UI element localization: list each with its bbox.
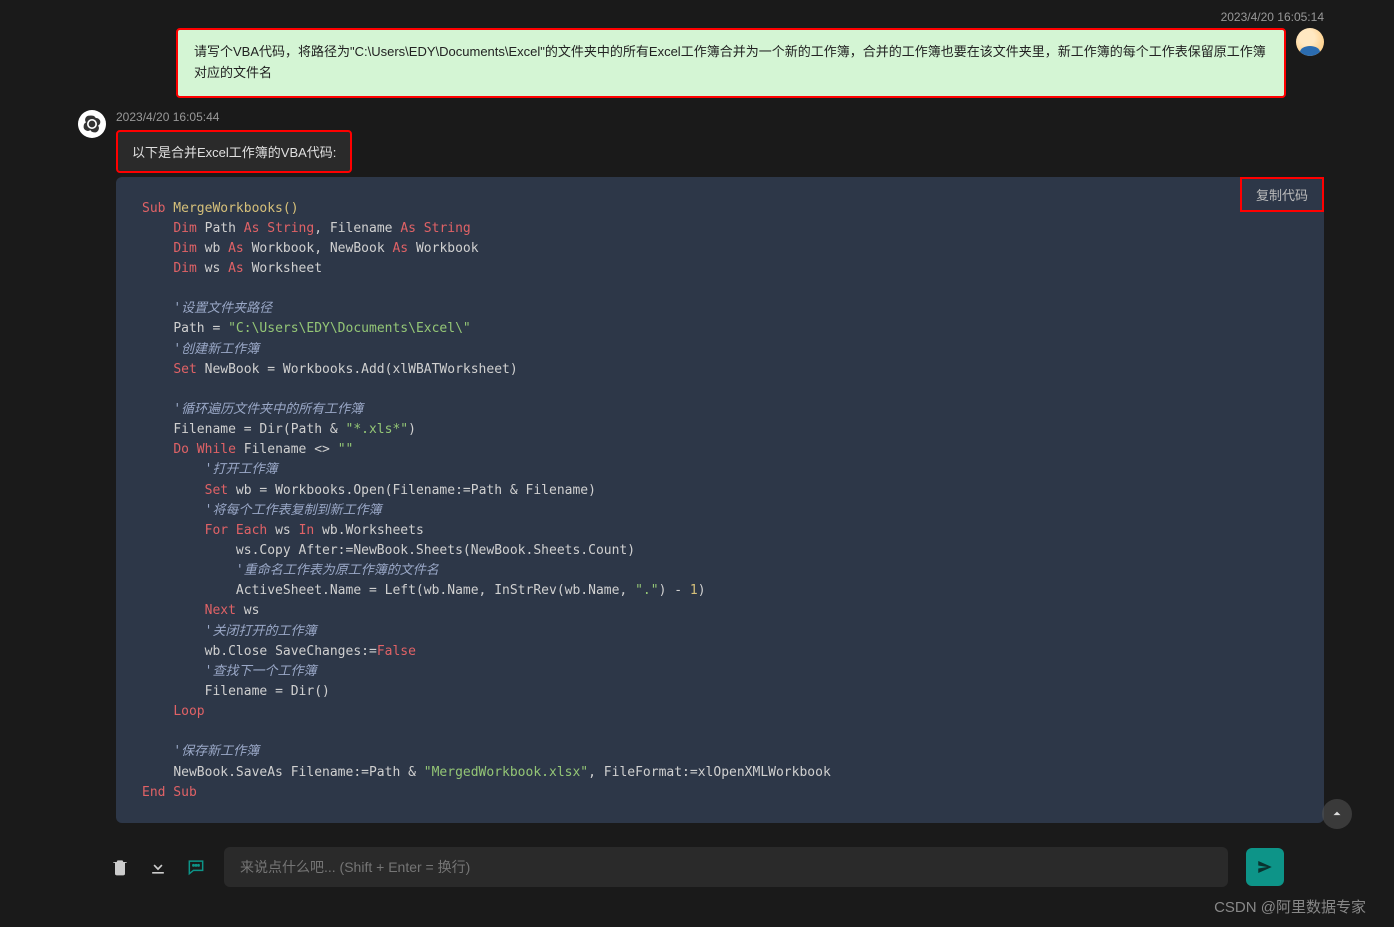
- send-icon: [1256, 858, 1274, 876]
- download-icon[interactable]: [148, 857, 168, 877]
- user-message-row: 2023/4/20 16:05:14 请写个VBA代码，将路径为"C:\User…: [70, 10, 1324, 98]
- ai-intro-text: 以下是合并Excel工作簿的VBA代码:: [116, 130, 352, 173]
- openai-icon: [82, 114, 102, 134]
- trash-icon[interactable]: [110, 857, 130, 877]
- bottom-toolbar: [0, 847, 1394, 887]
- chat-scroll-area: 2023/4/20 16:05:14 请写个VBA代码，将路径为"C:\User…: [0, 0, 1394, 830]
- ai-timestamp: 2023/4/20 16:05:44: [116, 110, 1324, 124]
- message-input[interactable]: [236, 847, 1216, 887]
- watermark-text: CSDN @阿里数据专家: [1214, 896, 1366, 917]
- ai-message-row: 2023/4/20 16:05:44 以下是合并Excel工作簿的VBA代码: …: [70, 110, 1324, 830]
- copy-code-button[interactable]: 复制代码: [1240, 177, 1324, 212]
- code-block: 复制代码 Sub MergeWorkbooks() Dim Path As St…: [116, 177, 1324, 823]
- user-timestamp: 2023/4/20 16:05:14: [1221, 10, 1324, 24]
- send-button[interactable]: [1246, 848, 1284, 886]
- scroll-top-button[interactable]: [1322, 799, 1352, 829]
- ai-avatar: [78, 110, 106, 138]
- user-message-bubble: 请写个VBA代码，将路径为"C:\Users\EDY\Documents\Exc…: [176, 28, 1286, 98]
- chat-icon[interactable]: [186, 857, 206, 877]
- message-input-wrap: [224, 847, 1228, 887]
- chevron-up-icon: [1330, 807, 1344, 821]
- code-content[interactable]: Sub MergeWorkbooks() Dim Path As String,…: [116, 189, 1324, 803]
- user-avatar[interactable]: [1296, 28, 1324, 56]
